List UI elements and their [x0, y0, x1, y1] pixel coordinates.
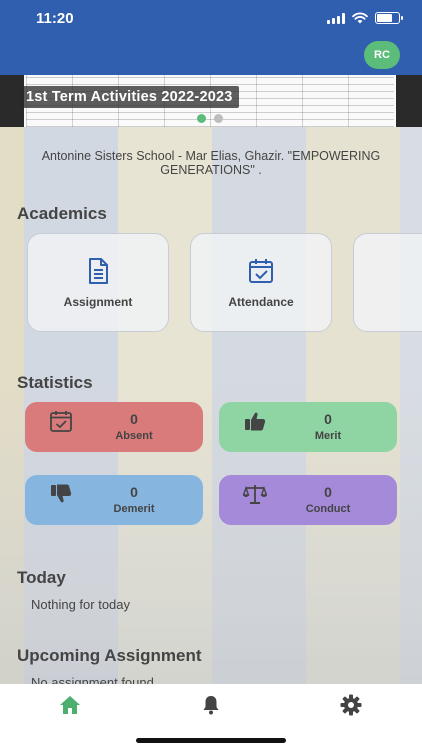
banner-caption: 1st Term Activities 2022-2023	[20, 86, 239, 108]
battery-icon	[375, 12, 403, 24]
status-time: 11:20	[36, 10, 74, 27]
home-icon	[60, 696, 80, 714]
today-empty-text: Nothing for today	[31, 597, 131, 612]
demerit-label: Demerit	[113, 503, 155, 515]
tab-home[interactable]	[58, 694, 82, 716]
today-title: Today	[17, 568, 66, 587]
grades-card[interactable]: Gr	[353, 233, 422, 332]
signal-icon	[327, 12, 345, 24]
demerit-stat-card[interactable]: 0 Demerit	[25, 475, 203, 525]
assignment-card[interactable]: Assignment	[27, 233, 169, 332]
demerit-count: 0	[130, 484, 138, 500]
grades-icon	[410, 257, 422, 285]
merit-label: Merit	[314, 430, 342, 442]
assignment-label: Assignment	[63, 294, 133, 309]
statistics-title: Statistics	[17, 373, 93, 392]
calendar-check-icon	[249, 258, 273, 283]
tab-settings[interactable]	[339, 694, 363, 716]
conduct-count: 0	[324, 484, 332, 500]
carousel-dot[interactable]	[214, 114, 223, 123]
avatar[interactable]: RC	[364, 41, 400, 69]
absent-stat-card[interactable]: 0 Absent	[25, 402, 203, 452]
attendance-card[interactable]: Attendance	[190, 233, 332, 332]
status-icons	[327, 12, 403, 24]
attendance-label: Attendance	[228, 294, 294, 309]
carousel-pagination	[197, 114, 223, 123]
home-indicator	[136, 738, 286, 743]
wifi-icon	[352, 12, 368, 24]
document-icon	[89, 257, 108, 284]
school-description: Antonine Sisters School - Mar Elias, Gha…	[41, 149, 381, 177]
conduct-stat-card[interactable]: 0 Conduct	[219, 475, 397, 525]
absent-count: 0	[130, 411, 138, 427]
conduct-label: Conduct	[305, 503, 351, 515]
app-header: 11:20 RC	[0, 0, 422, 75]
merit-count: 0	[324, 411, 332, 427]
carousel-dot-active[interactable]	[197, 114, 206, 123]
bell-icon	[203, 696, 219, 715]
upcoming-title: Upcoming Assignment	[17, 646, 202, 665]
academics-title: Academics	[17, 204, 107, 223]
academics-row[interactable]: Assignment Attendance Gr	[27, 233, 422, 333]
tab-notifications[interactable]	[199, 694, 223, 716]
merit-stat-card[interactable]: 0 Merit	[219, 402, 397, 452]
absent-label: Absent	[115, 430, 153, 442]
gear-icon	[340, 694, 362, 716]
